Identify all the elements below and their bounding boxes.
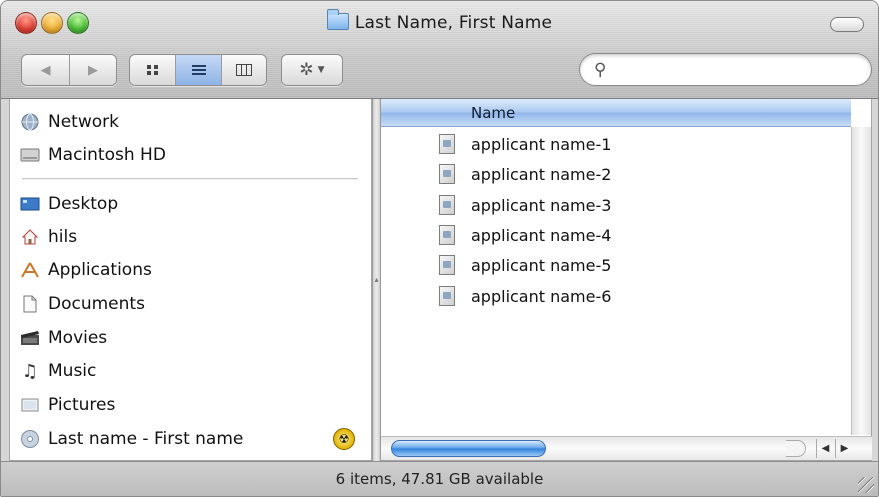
document-icon: [439, 286, 455, 306]
sidebar-item-label: Documents: [48, 294, 145, 314]
back-arrow-icon: ◀: [40, 62, 51, 78]
sidebar-item-movies[interactable]: Movies: [20, 323, 107, 353]
sidebar-item-music[interactable]: ♫ Music: [20, 356, 96, 386]
list-item[interactable]: applicant name-4: [439, 220, 611, 250]
document-icon: [439, 164, 455, 184]
list-item[interactable]: applicant name-1: [439, 129, 611, 159]
scroll-right-button[interactable]: ▶: [835, 439, 853, 458]
column-header-name[interactable]: Name: [381, 99, 851, 127]
sidebar-item-label: Desktop: [48, 194, 119, 214]
status-bar: 6 items, 47.81 GB available: [1, 461, 878, 496]
documents-icon: [20, 294, 40, 314]
home-icon: [20, 227, 40, 247]
column-header-label: Name: [471, 104, 516, 122]
sidebar-splitter[interactable]: ▴: [372, 99, 381, 461]
forward-arrow-icon: ▶: [88, 62, 98, 78]
list-view-button[interactable]: [175, 55, 221, 85]
sidebar-item-label: Music: [48, 361, 97, 381]
music-icon: ♫: [21, 360, 39, 382]
network-icon: [20, 112, 40, 132]
document-icon: [439, 134, 455, 154]
column-view-button[interactable]: [220, 55, 266, 85]
scroll-left-arrow-icon: ◀: [821, 443, 830, 454]
burn-icon[interactable]: ☢: [333, 428, 355, 450]
disc-icon: [20, 429, 40, 449]
finder-window: Last Name, First Name ◀ ▶ ✲ ▼ ⚲ Network …: [0, 0, 879, 497]
list-item[interactable]: applicant name-5: [439, 250, 611, 280]
list-item[interactable]: applicant name-6: [439, 281, 611, 311]
sidebar-item-label: Last name - First name: [48, 429, 244, 449]
file-name: applicant name-3: [471, 195, 612, 215]
file-name: applicant name-2: [471, 164, 612, 184]
sidebar-item-label: Pictures: [48, 395, 116, 415]
sidebar-item-hils[interactable]: hils: [20, 222, 77, 252]
hard-drive-icon: [20, 145, 40, 165]
file-name: applicant name-1: [471, 134, 612, 154]
icon-view-button[interactable]: [130, 55, 175, 85]
list-view-icon: [191, 65, 206, 75]
search-field[interactable]: ⚲: [579, 53, 872, 86]
file-name: applicant name-4: [471, 225, 612, 245]
sidebar-divider: [22, 178, 358, 180]
gear-icon: ✲: [299, 60, 314, 80]
sidebar-item-label: Macintosh HD: [48, 145, 166, 165]
sidebar-item-network[interactable]: Network: [20, 107, 119, 137]
sidebar-item-documents[interactable]: Documents: [20, 289, 145, 319]
sidebar-item-pictures[interactable]: Pictures: [20, 390, 115, 420]
document-icon: [439, 195, 455, 215]
vertical-scrollbar[interactable]: [851, 127, 871, 435]
window-title-text: Last Name, First Name: [354, 13, 553, 33]
sidebar-item-label: Applications: [48, 260, 152, 280]
resize-grip-icon[interactable]: [858, 477, 874, 493]
list-item[interactable]: applicant name-3: [439, 190, 611, 220]
column-view-icon: [235, 64, 252, 76]
horizontal-scroll-thumb[interactable]: [391, 440, 546, 457]
folder-icon: [326, 9, 349, 30]
scroll-right-arrow-icon: ▶: [840, 443, 849, 454]
chevron-down-icon: ▼: [317, 65, 325, 75]
sidebar-item-applications[interactable]: Applications: [20, 255, 152, 285]
sidebar: Network Macintosh HD Desktop hils Applic…: [9, 99, 372, 461]
icon-view-icon: [146, 65, 158, 75]
sidebar-item-label: Network: [48, 112, 119, 132]
file-name: applicant name-6: [471, 286, 612, 306]
view-mode-control: [129, 54, 267, 86]
window-title: Last Name, First Name: [1, 9, 878, 33]
sidebar-item-label: Movies: [48, 328, 108, 348]
search-input[interactable]: [618, 59, 858, 81]
back-button[interactable]: ◀: [22, 55, 69, 85]
forward-button[interactable]: ▶: [69, 55, 116, 85]
action-menu-button[interactable]: ✲ ▼: [281, 54, 343, 86]
scroll-left-button[interactable]: ◀: [816, 439, 834, 458]
list-item[interactable]: applicant name-2: [439, 159, 611, 189]
back-forward-control: ◀ ▶: [21, 54, 117, 86]
document-icon: [439, 255, 455, 275]
splitter-grip-icon: ▴: [374, 275, 379, 284]
sidebar-item-disc[interactable]: Last name - First name: [20, 424, 243, 454]
search-icon: ⚲: [594, 60, 607, 80]
file-list: Name applicant name-1 applicant name-2 a…: [381, 99, 872, 461]
window-toolbar: Last Name, First Name ◀ ▶ ✲ ▼ ⚲: [1, 1, 878, 99]
applications-icon: [20, 260, 40, 280]
file-name: applicant name-5: [471, 255, 612, 275]
scroll-track-end: [786, 440, 806, 457]
horizontal-scrollbar[interactable]: ◀ ▶: [381, 436, 872, 460]
sidebar-item-desktop[interactable]: Desktop: [20, 189, 118, 219]
pictures-icon: [20, 395, 40, 415]
document-icon: [439, 225, 455, 245]
toolbar-toggle-button[interactable]: [830, 17, 864, 32]
status-text: 6 items, 47.81 GB available: [335, 470, 544, 488]
sidebar-item-macintosh-hd[interactable]: Macintosh HD: [20, 140, 166, 170]
sidebar-item-label: hils: [48, 227, 78, 247]
movies-icon: [20, 328, 40, 348]
desktop-icon: [20, 194, 40, 214]
